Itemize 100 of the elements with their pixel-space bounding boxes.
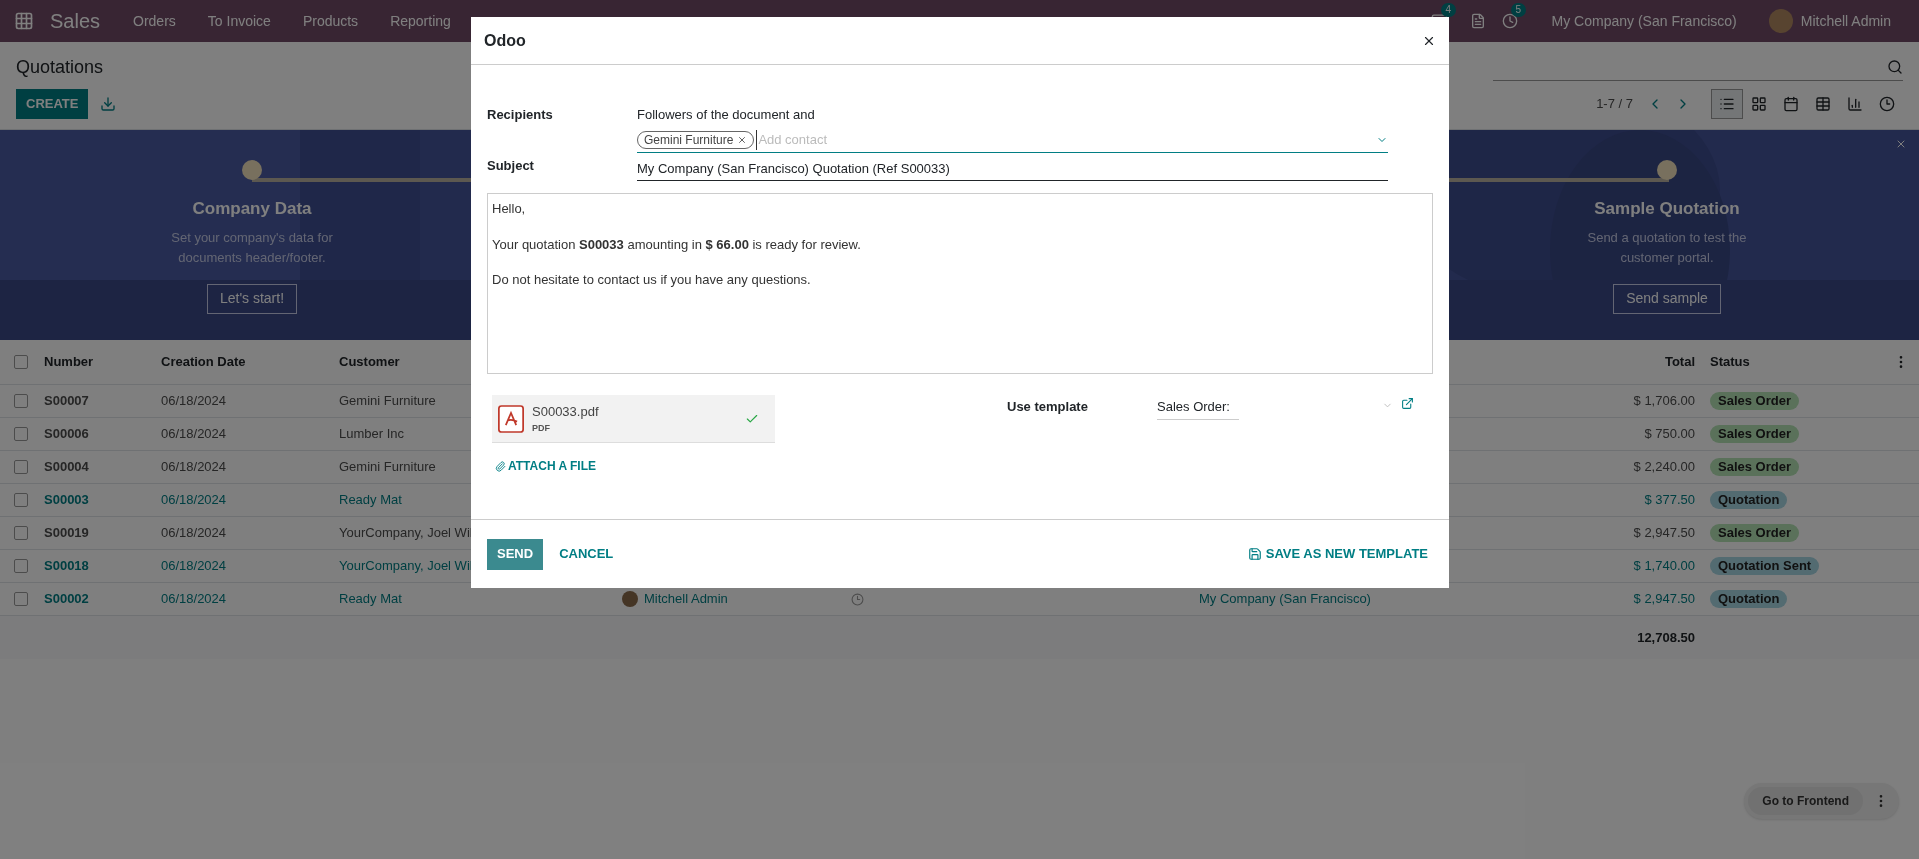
column-header[interactable]: Creation Date	[161, 352, 339, 372]
go-to-frontend-button[interactable]: Go to Frontend	[1748, 787, 1863, 815]
column-header[interactable]: Number	[44, 352, 161, 372]
status-badge: Sales Order	[1710, 425, 1799, 443]
table-cell-text: S00004	[44, 458, 89, 477]
field-label: Recipients	[487, 106, 554, 124]
checkbox[interactable]	[14, 559, 28, 573]
menu-item[interactable]: Products	[286, 10, 375, 32]
table-cell-text: 06/18/2024	[161, 590, 227, 609]
checkbox[interactable]	[14, 592, 28, 606]
cancel-button[interactable]: CANCEL	[559, 544, 614, 564]
clock-icon	[1879, 96, 1895, 112]
status-badge: Quotation	[1710, 590, 1788, 608]
pdf-file-icon	[498, 403, 524, 434]
checkbox[interactable]	[14, 355, 28, 369]
notification-badge: 4	[1440, 2, 1457, 17]
status-badge: Quotation	[1710, 491, 1788, 509]
avatar	[622, 591, 638, 607]
table-cell-text: S00007	[44, 392, 89, 411]
attachment-card[interactable]: S00033.pdf PDF	[492, 395, 775, 443]
message-paragraph: Hello,	[492, 200, 527, 218]
table-cell-text: 06/18/2024	[161, 425, 227, 444]
save-icon	[1247, 547, 1262, 561]
status-badge: Quotation Sent	[1710, 557, 1820, 575]
subject-field[interactable]: My Company (San Francisco) Quotation (Ref S00033)	[637, 157, 1388, 181]
view-switch-button[interactable]	[1711, 89, 1743, 119]
table-cell-text: Lumber Inc	[339, 425, 405, 444]
table-icon	[1815, 96, 1831, 112]
document-icon[interactable]	[1469, 13, 1486, 29]
table-cell-text: $ 377.50	[1644, 491, 1695, 510]
contact-input[interactable]: Add contact	[756, 130, 1376, 150]
clock-icon[interactable]	[1501, 13, 1518, 29]
external-link-icon[interactable]	[1401, 397, 1414, 410]
list-view-icon	[1719, 96, 1735, 112]
checkbox[interactable]	[14, 526, 28, 540]
status-badge: Sales Order	[1710, 392, 1799, 410]
table-cell-text: $ 750.00	[1644, 425, 1695, 444]
table-cell-text: Gemini Furniture	[339, 392, 436, 411]
table-cell-text: $ 2,947.50	[1633, 524, 1695, 543]
dialog-title: Odoo	[484, 30, 526, 51]
page-title: Quotations	[16, 56, 104, 79]
table-cell-text: 06/18/2024	[161, 557, 227, 576]
table-cell-text: S00018	[44, 557, 89, 576]
table-cell-text: $ 2,947.50	[1633, 590, 1695, 609]
company-switcher[interactable]: My Company (San Francisco)	[1551, 10, 1737, 32]
table-cell-text: 06/18/2024	[161, 524, 227, 543]
table-cell-text: S00002	[44, 590, 89, 609]
table-cell-text: S00003	[44, 491, 89, 510]
save-template-button[interactable]: SAVE AS NEW TEMPLATE	[1247, 544, 1428, 564]
send-button[interactable]: SEND	[487, 538, 544, 570]
table-cell-text: 06/18/2024	[161, 392, 227, 411]
followers-text: Followers of the document and	[637, 106, 816, 124]
column-header[interactable]: Total	[1560, 352, 1695, 372]
step-title: Company Data	[192, 198, 312, 220]
remove-icon[interactable]	[737, 135, 748, 145]
step-description: Send a quotation to test the customer portal.	[1586, 228, 1748, 267]
checkbox[interactable]	[14, 460, 28, 474]
app-name[interactable]: Sales	[50, 6, 101, 36]
search-icon	[1887, 59, 1903, 75]
bar-chart-icon	[1847, 96, 1863, 112]
grand-total: 12,708.50	[1636, 628, 1695, 647]
table-cell-text: Gemini Furniture	[339, 458, 436, 477]
create-button[interactable]: CREATE	[16, 89, 89, 119]
template-value: Sales Order:	[1157, 397, 1239, 420]
field-label: Use template	[1007, 398, 1089, 416]
table-cell-text: $ 1,706.00	[1633, 392, 1695, 411]
step-description: Set your company's data for documents header/footer.	[170, 228, 334, 267]
table-cell-text: Ready Mat	[339, 590, 402, 609]
menu-item[interactable]: To Invoice	[191, 10, 287, 32]
menu-item[interactable]: Reporting	[374, 10, 467, 32]
attachment-name: S00033.pdf	[532, 403, 600, 421]
message-paragraph: Do not hesitate to contact us if you have any questions.	[492, 271, 812, 289]
table-cell-text: Mitchell Admin	[644, 590, 728, 609]
checkbox[interactable]	[14, 427, 28, 441]
recipients-field[interactable]: Gemini Furniture Add contact	[637, 128, 1388, 153]
calendar-icon	[1783, 96, 1799, 112]
table-cell-text: $ 2,240.00	[1633, 458, 1695, 477]
checkbox[interactable]	[14, 493, 28, 507]
attachment-type: PDF	[532, 421, 551, 435]
apps-menu-icon[interactable]	[14, 11, 34, 31]
table-cell-text: S00019	[44, 524, 89, 543]
table-cell-text: 06/18/2024	[161, 458, 227, 477]
table-cell-text: $ 1,740.00	[1633, 557, 1695, 576]
paperclip-icon	[495, 460, 506, 472]
checkbox[interactable]	[14, 394, 28, 408]
activity-icon[interactable]	[851, 592, 864, 606]
user-name[interactable]: Mitchell Admin	[1800, 10, 1891, 32]
field-label: Subject	[487, 156, 535, 175]
menu-item[interactable]: Orders	[117, 10, 192, 32]
attach-file-button[interactable]: ATTACH A FILE	[495, 457, 596, 475]
step-button[interactable]: Let's start!	[206, 283, 298, 314]
status-badge: Sales Order	[1710, 458, 1799, 476]
table-cell-text: S00006	[44, 425, 89, 444]
status-badge: Sales Order	[1710, 524, 1799, 542]
column-header[interactable]: Status	[1710, 352, 1750, 372]
step-button[interactable]: Send sample	[1613, 283, 1721, 314]
template-select[interactable]: Sales Order:	[1157, 397, 1393, 420]
message-body[interactable]: Hello, Your quotation S00033 amounting in $ 66.00 is ready for review. Do not hesitate to contact us if you have any questions.	[487, 193, 1433, 374]
table-cell-text: 06/18/2024	[161, 491, 227, 510]
download-icon[interactable]	[100, 96, 117, 112]
